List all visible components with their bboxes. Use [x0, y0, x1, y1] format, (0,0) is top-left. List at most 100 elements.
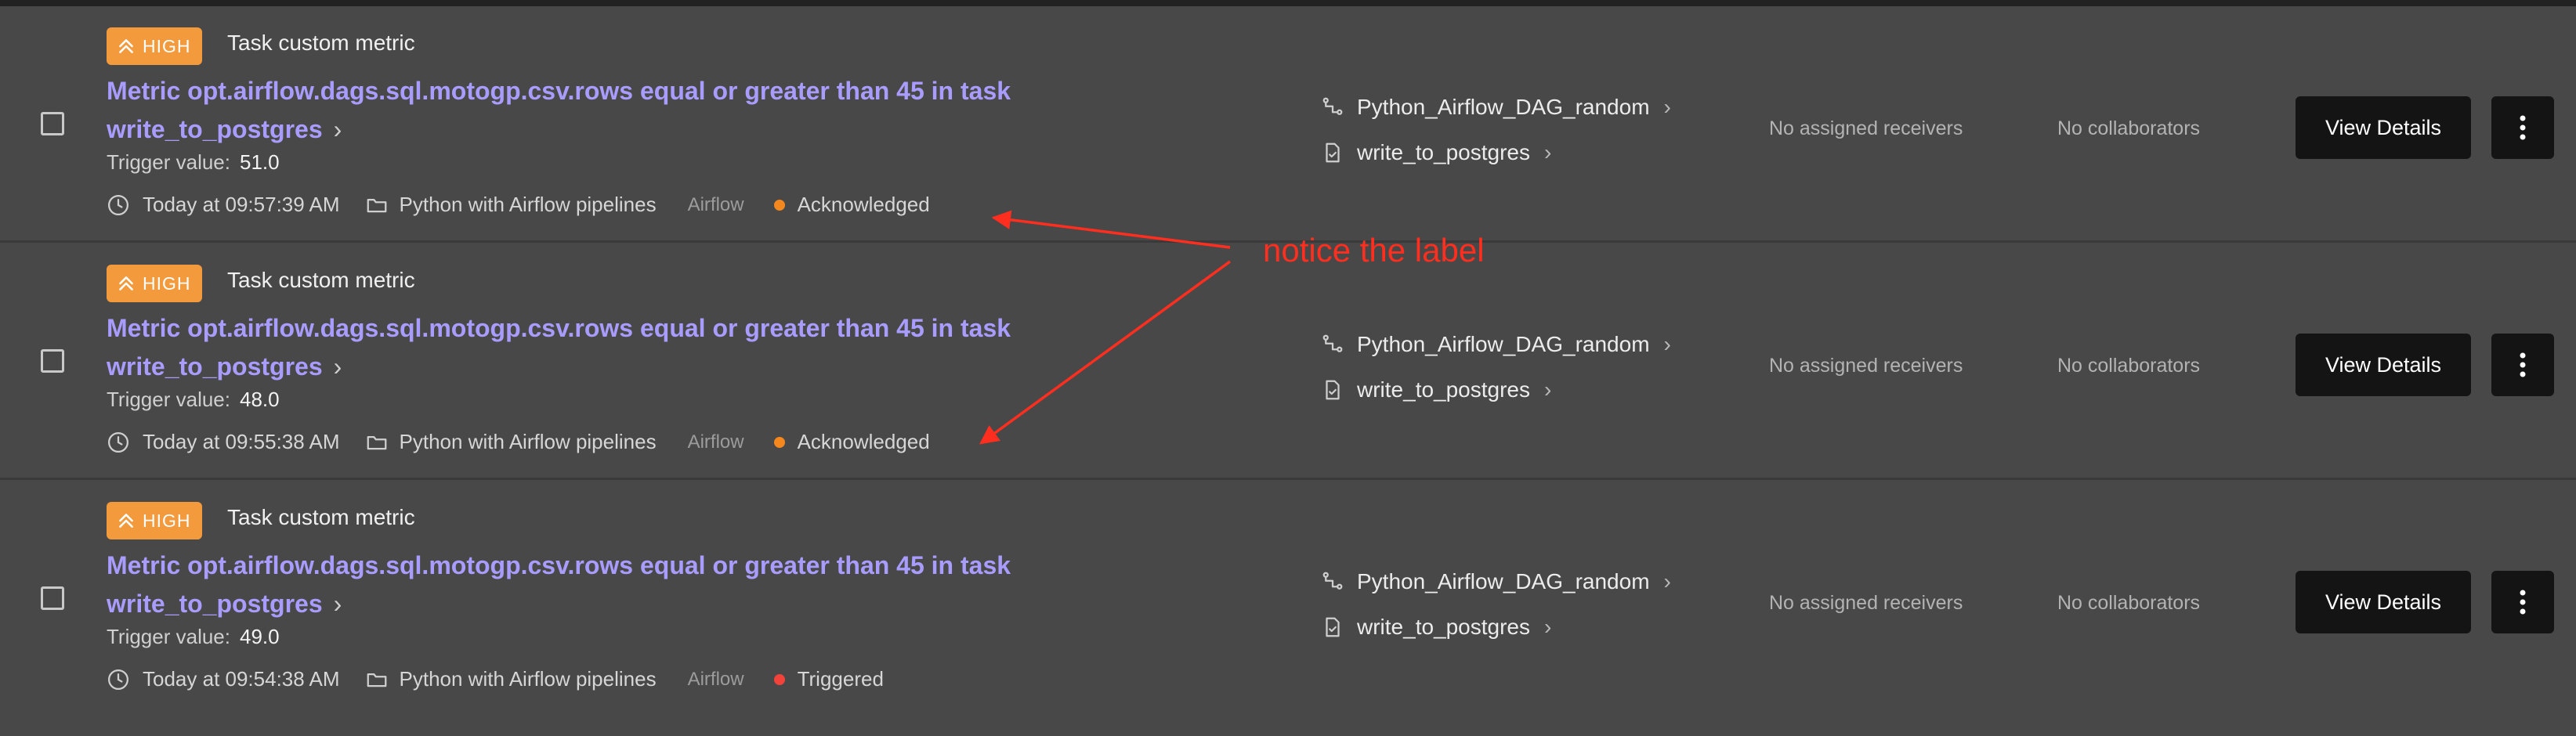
row-checkbox[interactable] — [41, 586, 64, 610]
collaborators-status: No collaborators — [2057, 117, 2201, 139]
more-actions-button[interactable] — [2491, 96, 2554, 159]
alert-time: Today at 09:57:39 AM — [143, 193, 340, 216]
more-actions-button[interactable] — [2491, 571, 2554, 633]
task-icon — [1326, 143, 1340, 163]
trigger-value: Trigger value: 49.0 — [107, 625, 280, 649]
task-link[interactable]: write_to_postgres › — [1321, 367, 1671, 413]
severity-badge: HIGH — [107, 27, 202, 65]
related-links: Python_Airflow_DAG_random › write_to_post… — [1321, 322, 1671, 413]
trigger-label: Trigger value: — [107, 625, 230, 648]
trigger-number: 49.0 — [240, 625, 280, 648]
task-name[interactable]: write_to_postgres — [1357, 377, 1530, 402]
annotation-label: notice the label — [1263, 232, 1485, 269]
clock-icon — [108, 431, 128, 453]
alert-type: Task custom metric — [227, 268, 415, 292]
task-name[interactable]: write_to_postgres — [1357, 140, 1530, 165]
alert-row: HIGH Task custom metric Metric opt.airfl… — [0, 6, 2576, 243]
trigger-number: 48.0 — [240, 388, 280, 411]
chevron-right-icon[interactable]: › — [1664, 569, 1671, 594]
alert-title[interactable]: Metric opt.airflow.dags.sql.motogp.csv.r… — [107, 77, 1011, 143]
chevron-right-icon[interactable]: › — [334, 348, 342, 386]
alert-meta: Today at 09:57:39 AM Python with Airflow… — [107, 193, 930, 217]
task-icon — [1326, 617, 1340, 637]
alert-type: Task custom metric — [227, 505, 415, 529]
trigger-value: Trigger value: 48.0 — [107, 388, 280, 412]
status-dot — [773, 673, 785, 685]
task-link[interactable]: write_to_postgres › — [1321, 604, 1671, 650]
source-label: Airflow — [687, 431, 744, 453]
alert-meta: Today at 09:55:38 AM Python with Airflow… — [107, 430, 930, 454]
status-badge: Acknowledged — [773, 193, 930, 217]
dag-icon — [1322, 572, 1343, 590]
status-label: Acknowledged — [797, 430, 930, 453]
collaborators-status: No collaborators — [2057, 592, 2201, 614]
alert-title[interactable]: Metric opt.airflow.dags.sql.motogp.csv.r… — [107, 314, 1011, 381]
dag-link[interactable]: Python_Airflow_DAG_random › — [1321, 559, 1671, 604]
chevron-right-icon[interactable]: › — [1544, 615, 1551, 640]
alert-type: Task custom metric — [227, 31, 415, 55]
chevron-right-icon[interactable]: › — [334, 585, 342, 623]
row-checkbox[interactable] — [41, 112, 64, 135]
dag-link[interactable]: Python_Airflow_DAG_random › — [1321, 85, 1671, 130]
source-label: Airflow — [687, 668, 744, 690]
trigger-label: Trigger value: — [107, 388, 230, 411]
severity-badge: HIGH — [107, 502, 202, 539]
alert-time: Today at 09:54:38 AM — [143, 667, 340, 691]
related-links: Python_Airflow_DAG_random › write_to_post… — [1321, 559, 1671, 650]
dag-link[interactable]: Python_Airflow_DAG_random › — [1321, 322, 1671, 367]
collaborators-status: No collaborators — [2057, 355, 2201, 377]
clock-icon — [108, 194, 128, 215]
alert-title[interactable]: Metric opt.airflow.dags.sql.motogp.csv.r… — [107, 551, 1011, 618]
alert-row: HIGH Task custom metric Metric opt.airfl… — [0, 481, 2576, 736]
priority-up-icon — [119, 39, 133, 53]
severity-label: HIGH — [143, 35, 191, 56]
task-name[interactable]: write_to_postgres — [1357, 615, 1530, 640]
pipeline-link[interactable]: Python with Airflow pipelines — [400, 667, 657, 691]
folder-icon — [367, 435, 386, 449]
status-dot — [773, 199, 785, 211]
task-icon — [1326, 380, 1340, 400]
top-border — [0, 0, 2576, 6]
chevron-right-icon[interactable]: › — [334, 110, 342, 149]
priority-up-icon — [119, 276, 133, 290]
more-vertical-icon[interactable] — [2519, 114, 2527, 141]
row-checkbox[interactable] — [41, 349, 64, 373]
pipeline-link[interactable]: Python with Airflow pipelines — [400, 430, 657, 454]
receivers-status: No assigned receivers — [1769, 117, 1963, 139]
status-label: Triggered — [797, 667, 884, 691]
receivers-status: No assigned receivers — [1769, 592, 1963, 614]
view-details-button[interactable]: View Details — [2296, 571, 2471, 633]
status-badge: Triggered — [773, 667, 884, 691]
severity-badge: HIGH — [107, 265, 202, 302]
priority-up-icon — [119, 514, 133, 528]
status-dot — [773, 436, 785, 448]
related-links: Python_Airflow_DAG_random › write_to_post… — [1321, 85, 1671, 175]
trigger-value: Trigger value: 51.0 — [107, 150, 280, 175]
folder-icon — [367, 673, 386, 687]
alert-title-link[interactable]: Metric opt.airflow.dags.sql.motogp.csv.r… — [107, 309, 1047, 386]
view-details-button[interactable]: View Details — [2296, 334, 2471, 396]
dag-name[interactable]: Python_Airflow_DAG_random — [1357, 95, 1650, 120]
severity-label: HIGH — [143, 272, 191, 294]
chevron-right-icon[interactable]: › — [1544, 140, 1551, 165]
dag-name[interactable]: Python_Airflow_DAG_random — [1357, 332, 1650, 357]
folder-icon — [367, 198, 386, 212]
status-badge: Acknowledged — [773, 430, 930, 454]
alert-meta: Today at 09:54:38 AM Python with Airflow… — [107, 667, 884, 691]
receivers-status: No assigned receivers — [1769, 355, 1963, 377]
pipeline-link[interactable]: Python with Airflow pipelines — [400, 193, 657, 217]
chevron-right-icon[interactable]: › — [1664, 332, 1671, 357]
more-vertical-icon[interactable] — [2519, 352, 2527, 378]
alert-title-link[interactable]: Metric opt.airflow.dags.sql.motogp.csv.r… — [107, 547, 1047, 623]
chevron-right-icon[interactable]: › — [1664, 95, 1671, 120]
severity-label: HIGH — [143, 510, 191, 531]
alert-row: HIGH Task custom metric Metric opt.airfl… — [0, 244, 2576, 480]
more-actions-button[interactable] — [2491, 334, 2554, 396]
chevron-right-icon[interactable]: › — [1544, 377, 1551, 402]
view-details-button[interactable]: View Details — [2296, 96, 2471, 159]
alert-title-link[interactable]: Metric opt.airflow.dags.sql.motogp.csv.r… — [107, 72, 1047, 149]
more-vertical-icon[interactable] — [2519, 589, 2527, 615]
trigger-label: Trigger value: — [107, 150, 230, 174]
task-link[interactable]: write_to_postgres › — [1321, 130, 1671, 175]
dag-name[interactable]: Python_Airflow_DAG_random — [1357, 569, 1650, 594]
